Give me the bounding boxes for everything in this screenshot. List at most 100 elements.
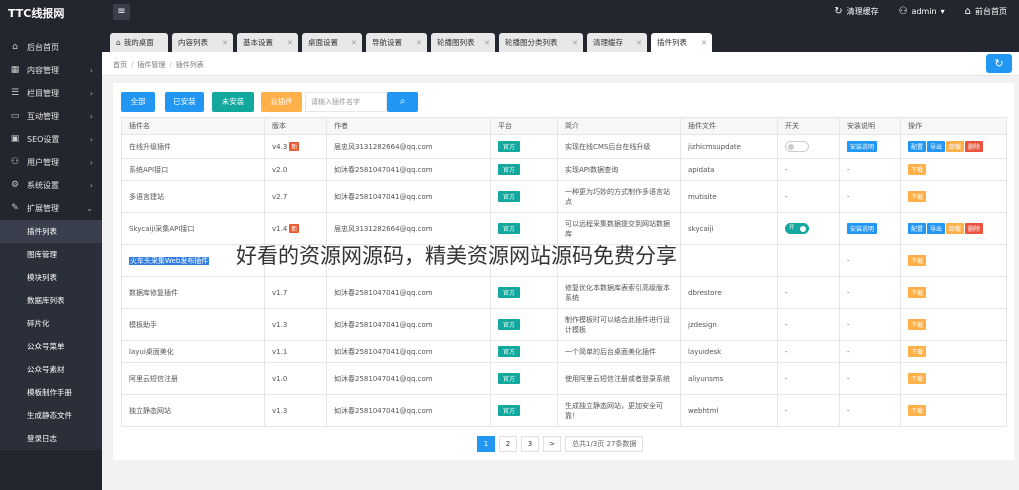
close-icon[interactable]: ✕ <box>572 39 578 47</box>
sidebar-sub-login-log[interactable]: 登录日志 <box>0 427 102 450</box>
search-button[interactable]: ⌕ <box>387 92 418 112</box>
plugin-desc: 一个简单的后台桌面美化插件 <box>557 340 681 363</box>
tab-plugin-list[interactable]: 插件列表 ✕ <box>651 33 712 52</box>
export-button[interactable]: 导出 <box>927 141 946 152</box>
sidebar-sub-wechat-media[interactable]: 公众号素材 <box>0 358 102 381</box>
plugin-name: 独立静态网站 <box>121 394 265 427</box>
clear-cache-link[interactable]: ↻ 清理缓存 <box>834 6 878 17</box>
sidebar-sub-fragments[interactable]: 碎片化 <box>0 312 102 335</box>
tab-carousel-list[interactable]: 轮播图列表 ✕ <box>431 33 495 52</box>
sidebar-item-seo[interactable]: ▣ SEO设置 › <box>0 128 102 150</box>
plugin-desc: 实现API数据查询 <box>557 158 681 181</box>
tab-basic-settings[interactable]: 基本设置 ✕ <box>237 33 298 52</box>
user-menu[interactable]: ⚇ admin ▾ <box>899 6 945 17</box>
sidebar-item-dashboard[interactable]: ⌂ 后台首页 <box>0 36 102 58</box>
plugin-search-input[interactable]: 请输入插件名字 <box>305 92 387 112</box>
platform-badge: 官方 <box>498 287 521 298</box>
page-button[interactable]: 2 <box>499 436 517 452</box>
tab-my-desktop[interactable]: ⌂ 我的桌面 <box>110 33 168 52</box>
plugin-version: v1.0 <box>264 362 327 395</box>
site-logo[interactable]: TTC线报网 <box>8 5 64 21</box>
install-note-text: - <box>839 276 901 309</box>
sidebar-sub-static-files[interactable]: 生成静态文件 <box>0 404 102 427</box>
plugin-file <box>680 244 778 277</box>
download-button[interactable]: 下载 <box>908 346 927 357</box>
plugin-name: 数据库修复插件 <box>121 276 265 309</box>
sidebar-sub-plugins[interactable]: 插件列表 <box>0 220 102 243</box>
close-icon[interactable]: ✕ <box>484 39 490 47</box>
close-icon[interactable]: ✕ <box>416 39 422 47</box>
grid-icon: ▦ <box>10 65 20 75</box>
frontend-link[interactable]: ⌂ 前台首页 <box>965 6 1007 17</box>
download-button[interactable]: 下载 <box>908 164 927 175</box>
config-button[interactable]: 配置 <box>908 141 927 152</box>
filter-installed-button[interactable]: 已安装 <box>165 92 204 112</box>
plugin-author: 如沐春2581047041@qq.com <box>326 340 491 363</box>
sidebar-item-content[interactable]: ▦ 内容管理 › <box>0 59 102 81</box>
tab-nav-settings[interactable]: 导航设置 ✕ <box>366 33 427 52</box>
tab-clear-cache[interactable]: 清理缓存 ✕ <box>587 33 647 52</box>
breadcrumb-home[interactable]: 首页 <box>113 61 127 69</box>
new-badge: 新 <box>289 224 300 233</box>
sidebar-sub-wechat-menu[interactable]: 公众号菜单 <box>0 335 102 358</box>
plugin-version: v1.7 <box>264 276 327 309</box>
plugin-author: 如沐春2581047041@qq.com <box>326 158 491 181</box>
delete-button[interactable]: 删除 <box>965 141 984 152</box>
export-button[interactable]: 导出 <box>927 223 946 234</box>
close-icon[interactable]: ✕ <box>287 39 293 47</box>
filter-uninstalled-button[interactable]: 未安装 <box>212 92 254 112</box>
uninstall-button[interactable]: 卸载 <box>946 223 965 234</box>
sidebar-sub-template-manual[interactable]: 模板制作手册 <box>0 381 102 404</box>
chevron-right-icon: › <box>89 134 93 144</box>
download-button[interactable]: 下载 <box>908 405 927 416</box>
sidebar-item-system[interactable]: ⚙ 系统设置 › <box>0 174 102 196</box>
sidebar-sub-database[interactable]: 数据库列表 <box>0 289 102 312</box>
close-icon[interactable]: ✕ <box>636 39 642 47</box>
plugin-switch[interactable]: 开 <box>785 223 809 234</box>
tab-desktop-settings[interactable]: 桌面设置 ✕ <box>302 33 362 52</box>
download-button[interactable]: 下载 <box>908 373 927 384</box>
cloud-plugin-button[interactable]: 云插件 <box>261 92 302 112</box>
download-button[interactable]: 下载 <box>908 287 927 298</box>
close-icon[interactable]: ✕ <box>222 39 228 47</box>
close-icon[interactable]: ✕ <box>701 39 707 47</box>
sidebar-sub-modules[interactable]: 模块列表 <box>0 266 102 289</box>
install-note-button[interactable]: 安装说明 <box>847 141 878 152</box>
refresh-button[interactable]: ↻ <box>986 54 1012 73</box>
plugin-name: layui桌面美化 <box>121 340 265 363</box>
next-page-button[interactable]: > <box>543 436 561 452</box>
download-button[interactable]: 下载 <box>908 191 927 202</box>
filter-all-button[interactable]: 全部 <box>121 92 155 112</box>
page-button[interactable]: 3 <box>521 436 539 452</box>
breadcrumb-parent[interactable]: 插件管理 <box>137 61 165 69</box>
config-button[interactable]: 配置 <box>908 223 927 234</box>
plugin-file: webhtml <box>680 394 778 427</box>
plugin-switch-text: - <box>777 362 840 395</box>
delete-button[interactable]: 删除 <box>965 223 984 234</box>
download-button[interactable]: 下载 <box>908 319 927 330</box>
tab-carousel-category-list[interactable]: 轮播图分类列表 ✕ <box>499 33 583 52</box>
uninstall-button[interactable]: 卸载 <box>946 141 965 152</box>
user-icon: ⚇ <box>10 157 20 167</box>
pagination: 1 2 3 > 总共1/3页 27条数据 <box>477 436 644 452</box>
home-icon: ⌂ <box>12 42 18 52</box>
download-button[interactable]: 下载 <box>908 255 927 266</box>
platform-badge: 官方 <box>498 373 521 384</box>
sidebar-item-interaction[interactable]: ▭ 互动管理 › <box>0 105 102 127</box>
tab-content-list[interactable]: 内容列表 ✕ <box>172 33 233 52</box>
plugin-desc: 修复优化本数据库表索引高级版本系统 <box>557 276 681 309</box>
sidebar-item-extensions[interactable]: ✎ 扩展管理 ⌄ <box>0 197 102 219</box>
close-icon[interactable]: ✕ <box>351 39 357 47</box>
caret-down-icon: ▾ <box>940 7 945 16</box>
sidebar-item-users[interactable]: ⚇ 用户管理 › <box>0 151 102 173</box>
sidebar-sub-gallery[interactable]: 图库管理 <box>0 243 102 266</box>
plugin-author: 如沐春2581047041@qq.com <box>326 394 491 427</box>
plugin-version: v1.3 <box>264 394 327 427</box>
chevron-right-icon: › <box>89 65 93 75</box>
install-note-button[interactable]: 安装说明 <box>847 223 878 234</box>
sidebar-item-columns[interactable]: ☰ 栏目管理 › <box>0 82 102 104</box>
menu-toggle-button[interactable]: ≡ <box>113 4 130 20</box>
plugin-switch[interactable] <box>785 141 809 152</box>
page-button[interactable]: 1 <box>477 436 495 452</box>
plugin-switch-text: - <box>777 308 840 341</box>
